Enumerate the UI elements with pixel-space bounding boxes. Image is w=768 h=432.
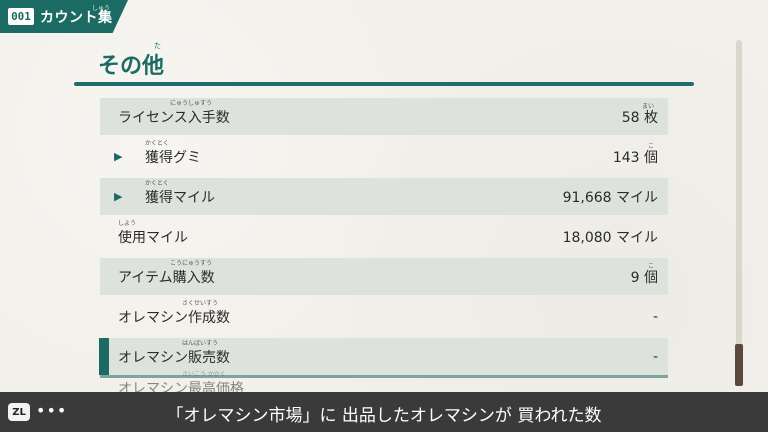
stat-label-text: オレマシン販売数: [118, 349, 230, 366]
stat-label-ruby: さくせいすう: [182, 299, 219, 307]
expand-arrow-icon[interactable]: ▶: [114, 150, 122, 163]
section-title: その他: [98, 54, 165, 79]
scrollbar-thumb[interactable]: [735, 344, 743, 386]
expand-arrow-icon[interactable]: ▶: [114, 190, 122, 203]
stat-value-ruby: こ: [647, 143, 654, 150]
stat-label: にゅうしゅすう ライセンス入手数: [118, 100, 622, 127]
stat-label-ruby: こうにゅうすう: [170, 259, 213, 267]
stat-label: かくとく 獲得マイル: [145, 180, 563, 207]
stat-label: しよう 使用マイル: [118, 220, 563, 247]
stat-row-miles-earned[interactable]: ▶ かくとく 獲得マイル 91,668 マイル: [100, 178, 668, 215]
stat-label-ruby: にゅうしゅすう: [170, 99, 213, 107]
stat-row-miles-used[interactable]: しよう 使用マイル 18,080 マイル: [100, 218, 668, 255]
stat-label-ruby: はんばいすう: [182, 339, 219, 347]
stat-label: さくせいすう オレマシン作成数: [118, 300, 653, 327]
header-title-ruby: しゅう: [92, 5, 111, 12]
stat-value-ruby: こ: [647, 263, 654, 270]
stat-row-license[interactable]: にゅうしゅすう ライセンス入手数 まい 58 枚: [100, 98, 668, 135]
stat-value: -: [652, 348, 658, 365]
stat-label: はんばいすう オレマシン販売数: [118, 340, 653, 367]
stat-value: -: [652, 308, 658, 325]
stat-label-ruby: さいこう かかく: [182, 371, 226, 378]
stats-list: にゅうしゅすう ライセンス入手数 まい 58 枚 ▶ かくとく 獲得グミ こ 1…: [99, 98, 668, 401]
stat-row-gummies[interactable]: ▶ かくとく 獲得グミ こ 143 個: [100, 138, 668, 175]
stat-label-text: アイテム購入数: [118, 269, 215, 286]
scrollbar-track[interactable]: [736, 40, 742, 386]
section-divider: [74, 82, 694, 86]
stat-label-ruby: しよう: [118, 219, 137, 227]
stat-label: こうにゅうすう アイテム購入数: [118, 260, 631, 287]
counter-icon: 001: [8, 8, 34, 25]
stat-value-ruby: まい: [641, 103, 654, 110]
stat-label: かくとく 獲得グミ: [145, 140, 613, 167]
header-tab: 001 カウント集 しゅう: [0, 0, 128, 33]
stat-label-ruby: かくとく: [145, 139, 169, 147]
stat-label-text: ライセンス入手数: [118, 109, 230, 126]
selection-indicator: [99, 338, 109, 375]
hint-description: 「オレマシン市場」に 出品したオレマシンが 買われた数: [166, 406, 602, 426]
stat-label-text: 使用マイル: [118, 229, 188, 246]
stat-row-machines-created[interactable]: さくせいすう オレマシン作成数 -: [100, 298, 668, 335]
stat-value: 18,080 マイル: [562, 229, 658, 246]
stat-label-text: オレマシン作成数: [118, 309, 230, 326]
stat-value: 91,668 マイル: [562, 189, 658, 206]
stat-label-ruby: かくとく: [145, 179, 169, 187]
stat-label-text: 獲得グミ: [145, 149, 201, 166]
stat-row-items-purchased[interactable]: こうにゅうすう アイテム購入数 こ 9 個: [100, 258, 668, 295]
stat-label-text: 獲得マイル: [145, 189, 215, 206]
